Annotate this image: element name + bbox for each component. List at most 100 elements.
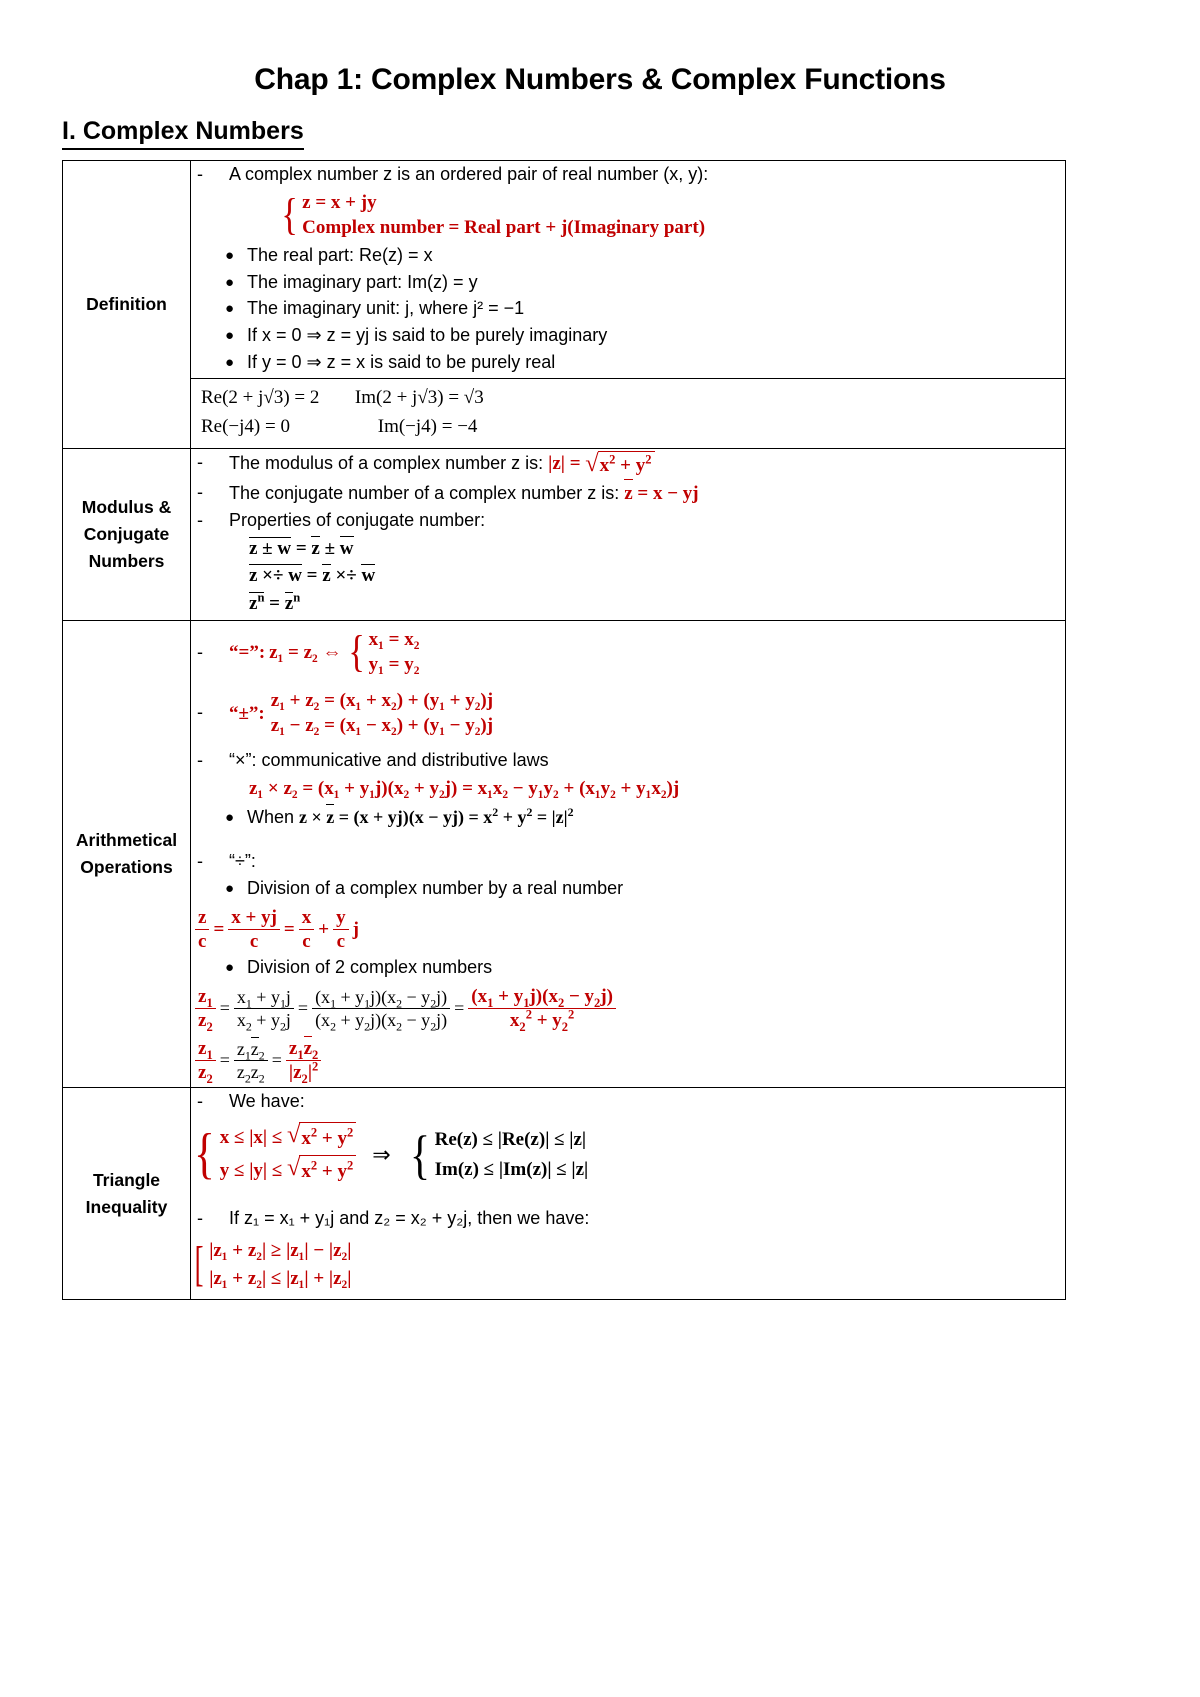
modulus-formula: |z| = √ x2 + y2 <box>548 450 655 476</box>
bullet-marker: ● <box>225 300 235 318</box>
modulus-item-3-text: Properties of conjugate number: <box>229 509 486 530</box>
definition-intro-row: - A complex number z is an ordered pair … <box>191 163 1065 187</box>
definition-bullet-text-1: The real part: Re(z) = x <box>247 244 433 265</box>
bullet-marker: ● <box>225 808 235 826</box>
definition-bullet-3: ● The imaginary unit: j, where j² = −1 <box>191 297 1065 321</box>
dash-marker: - <box>197 451 203 472</box>
dash-marker: - <box>197 749 203 770</box>
row-label-triangle-line2: Inequality <box>85 1196 168 1217</box>
modulus-item-2-label: The conjugate number of a complex number… <box>229 482 620 503</box>
row-label-modulus-line1: Modulus & <box>81 496 172 517</box>
arithmetic-body: - “=”: z₁ = z₂ ⇔ { x₁ = x₂ y₁ = y₂ - “±”… <box>190 619 1066 1089</box>
triangle-bracket-line1: |z₁ + z₂| ≥ |z₁| − |z₂| <box>209 1240 352 1262</box>
multiply-bullet-text: When z × z = (x + yj)(x − yj) = x2 + y2 … <box>247 804 1065 830</box>
dash-marker: - <box>197 509 203 530</box>
definition-bullet-text-3: The imaginary unit: j, where j² = −1 <box>247 298 525 319</box>
divide-bullet-1: ● Division of a complex number by a real… <box>191 877 1065 901</box>
triangle-we-have-row: - We have: <box>191 1090 1065 1114</box>
dash-marker: - <box>197 1208 203 1229</box>
triangle-inequality-block: { x ≤ |x| ≤ √ x2 + y2 y ≤ |y| ≤ √ x2 + y2 … <box>191 1121 1065 1188</box>
table-row-definition: Definition - A complex number z is an or… <box>62 160 1066 449</box>
row-label-modulus-line2: Conjugate <box>83 523 170 544</box>
dash-marker: - <box>197 641 203 662</box>
definition-bullet-5: ● If y = 0 ⇒ z = x is said to be purely … <box>191 351 1065 375</box>
triangle-if-line: If z₁ = x₁ + y₁j and z₂ = x₂ + y₂j, then… <box>229 1208 590 1229</box>
dash-marker: - <box>197 1091 203 1112</box>
bullet-marker: ● <box>225 959 235 977</box>
addsub-line2: z₁ − z₂ = (x₁ − x₂) + (y₁ − y₂)j <box>270 715 494 737</box>
dash-marker: - <box>197 481 203 502</box>
divide-formula-2: z1 z2 = x1 + y1j x2 + y2j = (x1 + y1j)(x2 … <box>191 986 1065 1033</box>
bullet-marker: ● <box>225 246 235 264</box>
divide-bullet-2-text: Division of 2 complex numbers <box>247 957 493 978</box>
row-label-arithmetic-line2: Operations <box>80 857 173 878</box>
complex-numbers-table: Definition - A complex number z is an or… <box>62 160 1066 1301</box>
modulus-item-2: - The conjugate number of a complex numb… <box>191 479 1065 506</box>
table-row-arithmetic: Arithmetical Operations - “=”: z₁ = z₂ ⇔… <box>62 619 1066 1089</box>
triangle-bracket-block: [ |z₁ + z₂| ≥ |z₁| − |z₂| |z₁ + z₂| ≤ |z… <box>191 1237 1065 1293</box>
document-page: Chap 1: Complex Numbers & Complex Functi… <box>0 0 1200 1697</box>
dash-marker: - <box>197 702 203 723</box>
modulus-item-1-label: The modulus of a complex number z is: <box>229 452 544 473</box>
definition-intro: A complex number z is an ordered pair of… <box>229 164 709 185</box>
divide-formula-1: zc = x + yj c = xc + yc j <box>191 907 1065 953</box>
equality-lhs: z₁ = z₂ ⇔ <box>269 641 342 663</box>
definition-brace-line2: Complex number = Real part + j(Imaginary… <box>302 217 706 239</box>
definition-brace-line1: z = x + jy <box>302 192 377 213</box>
definition-bullet-4: ● If x = 0 ⇒ z = yj is said to be purely… <box>191 324 1065 348</box>
conjugate-property-1: z ± w = z ± w <box>249 536 354 559</box>
definition-bullet-text-5: If y = 0 ⇒ z = x is said to be purely re… <box>247 351 556 372</box>
divide-formula-3: z1 z2 = z1z2 z2z2 = z1z2 |z2|2 <box>191 1036 1065 1085</box>
dash-marker: - <box>197 164 203 185</box>
arithmetic-addsub-row: - “±”: z₁ + z₂ = (x₁ + x₂) + (y₁ + y₂)j … <box>191 688 1065 739</box>
definition-brace-block: { z = x + jy Complex number = Real part … <box>279 190 1065 241</box>
implies-symbol: ⇒ <box>372 1142 391 1168</box>
row-label-triangle-line1: Triangle <box>92 1169 161 1190</box>
addsub-line1: z₁ + z₂ = (x₁ + x₂) + (y₁ + y₂)j <box>270 689 494 711</box>
table-row-modulus: Modulus & Conjugate Numbers - The modulu… <box>62 447 1066 621</box>
page-title: Chap 1: Complex Numbers & Complex Functi… <box>254 63 946 96</box>
conjugate-property-3: zn = zn <box>249 590 301 615</box>
example-2-right: Im(−j4) = −4 <box>377 416 478 438</box>
left-brace-icon-2: { <box>409 1124 430 1185</box>
example-row-2: Re(−j4) = 0 Im(−j4) = −4 <box>201 412 1055 441</box>
example-1-left: Re(2 + j√3) = 2 <box>201 386 320 408</box>
multiply-op: “×”: communicative and distributive laws <box>229 749 549 770</box>
conjugate-property-2: z ×÷ w = z ×÷ w <box>249 563 376 587</box>
arithmetic-equality-row: - “=”: z₁ = z₂ ⇔ { x₁ = x₂ y₁ = y₂ <box>191 627 1065 678</box>
triangle-if-row: - If z₁ = x₁ + y₁j and z₂ = x₂ + y₂j, th… <box>191 1207 1065 1231</box>
triangle-left-line2: y ≤ |y| ≤ √ x2 + y2 <box>220 1154 357 1188</box>
bullet-marker: ● <box>225 327 235 345</box>
modulus-item-3: - Properties of conjugate number: <box>191 509 1065 533</box>
left-brace-icon: { <box>347 627 365 677</box>
equality-brace-line2: y₁ = y₂ <box>368 654 420 676</box>
triangle-right-line1: Re(z) ≤ |Re(z)| ≤ |z| <box>434 1129 587 1151</box>
section-heading-wrap: I. Complex Numbers <box>62 116 1138 160</box>
table-row-definition-examples: Re(2 + j√3) = 2 Im(2 + j√3) = √3 Re(−j4)… <box>63 377 1066 449</box>
divide-op: “÷”: <box>229 851 256 872</box>
bullet-marker: ● <box>225 353 235 371</box>
left-bracket-icon: [ <box>194 1237 204 1292</box>
table-row-triangle: Triangle Inequality - We have: { x ≤ |x|… <box>62 1087 1066 1301</box>
arithmetic-multiply-row: - “×”: communicative and distributive la… <box>191 749 1065 773</box>
example-row-1: Re(2 + j√3) = 2 Im(2 + j√3) = √3 <box>201 383 1055 412</box>
definition-bullet-text-2: The imaginary part: Im(z) = y <box>247 271 478 292</box>
row-label-definition: Definition <box>62 160 191 449</box>
row-label-modulus: Modulus & Conjugate Numbers <box>62 447 191 621</box>
bullet-marker: ● <box>225 273 235 291</box>
arithmetic-divide-row: - “÷”: <box>191 850 1065 874</box>
section-heading: I. Complex Numbers <box>62 116 304 151</box>
definition-bullet-2: ● The imaginary part: Im(z) = y <box>191 271 1065 295</box>
triangle-left-line1: x ≤ |x| ≤ √ x2 + y2 <box>220 1121 357 1155</box>
triangle-body: - We have: { x ≤ |x| ≤ √ x2 + y2 y ≤ |y| … <box>190 1087 1066 1301</box>
modulus-item-1: - The modulus of a complex number z is: … <box>191 450 1065 478</box>
definition-bullet-text-4: If x = 0 ⇒ z = yj is said to be purely i… <box>247 325 608 346</box>
divide-bullet-1-text: Division of a complex number by a real n… <box>247 878 624 899</box>
row-label-arithmetic-line1: Arithmetical <box>75 829 178 850</box>
divide-bullet-2: ● Division of 2 complex numbers <box>191 956 1065 980</box>
left-brace-icon: { <box>281 190 298 240</box>
dash-marker: - <box>197 851 203 872</box>
example-1-right: Im(2 + j√3) = √3 <box>354 386 484 408</box>
equality-op: “=”: <box>229 641 266 663</box>
modulus-item-1-text: The modulus of a complex number z is: |z… <box>229 450 1065 478</box>
